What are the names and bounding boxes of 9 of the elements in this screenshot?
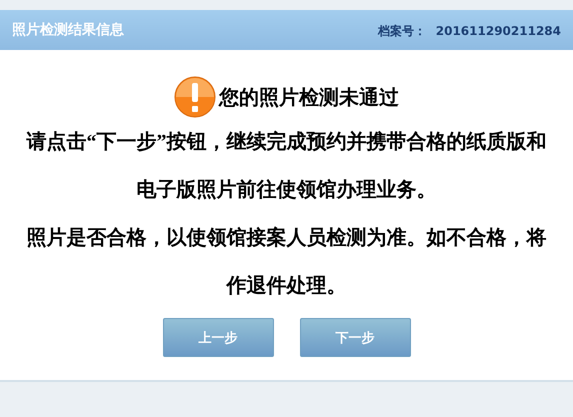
next-button[interactable]: 下一步 <box>300 318 410 357</box>
file-number: 201611290211284 <box>436 24 561 38</box>
file-number-label: 档案号： <box>378 24 426 38</box>
previous-button[interactable]: 上一步 <box>162 318 274 357</box>
notice-paragraph: 请点击“下一步”按钮，继续完成预约并携带合格的纸质版和电子版照片前往使领馆办理业务。 <box>25 130 548 203</box>
notice-paragraph: 照片是否合格，以使领馆接案人员检测为准。如不合格，将作退件处理。 <box>26 225 548 299</box>
panel-title: 照片检测结果信息 <box>12 21 124 39</box>
notice-heading: 您的照片检测未通过 <box>219 86 399 110</box>
warning-icon <box>174 76 216 118</box>
